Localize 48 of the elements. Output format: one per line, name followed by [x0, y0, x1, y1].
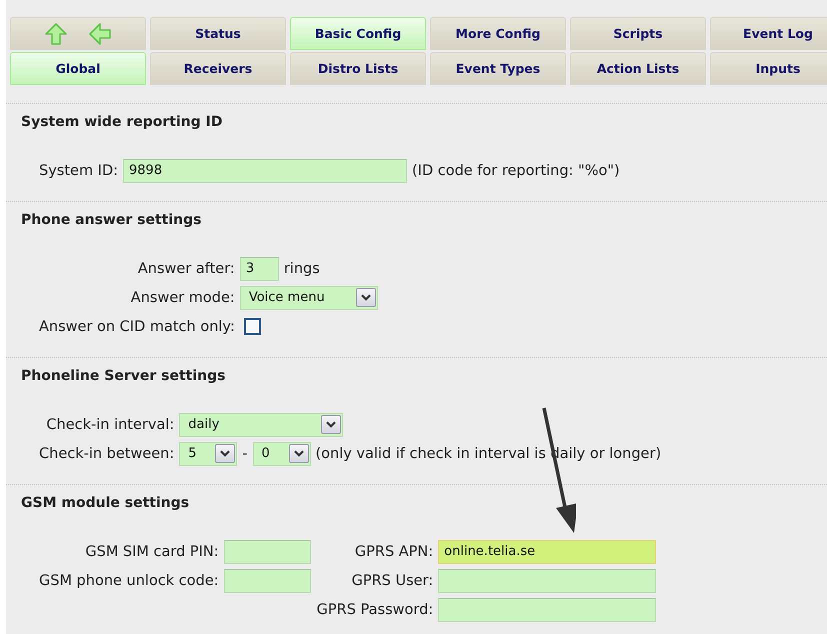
navigation-tab[interactable] [10, 17, 146, 50]
field-label: GPRS APN: [354, 544, 434, 560]
dropdown[interactable]: 5 [179, 442, 238, 466]
text-field[interactable] [224, 568, 311, 592]
chevron-down-icon [215, 444, 236, 463]
hint-text: rings [284, 260, 320, 276]
section-title: GSM module settings [21, 494, 190, 512]
hint-text: - [242, 446, 248, 462]
up-arrow-icon[interactable] [45, 22, 67, 44]
field-label: Check-in between: [39, 446, 176, 462]
tab[interactable]: Receivers [150, 52, 286, 85]
tab[interactable]: Scripts [570, 17, 706, 50]
text-field[interactable] [438, 568, 656, 592]
tab[interactable]: Status [150, 17, 286, 50]
field-label: GPRS User: [350, 572, 434, 588]
field-label: Answer on CID match only: [39, 318, 236, 334]
dropdown[interactable]: daily [179, 412, 344, 436]
section-title: Phone answer settings [21, 211, 202, 229]
dropdown[interactable]: 0 [252, 442, 310, 466]
tab[interactable]: Event Log [710, 17, 827, 50]
text-field[interactable]: 3 [240, 256, 279, 280]
section-title: System wide reporting ID [21, 113, 222, 131]
chevron-down-icon [321, 415, 342, 434]
text-field[interactable] [224, 540, 311, 564]
text-field[interactable]: online.telia.se [438, 540, 656, 564]
chevron-down-icon [356, 288, 376, 307]
chevron-down-icon [288, 444, 308, 463]
tab[interactable]: Event Types [430, 52, 566, 85]
dropdown[interactable]: Voice menu [240, 286, 378, 310]
text-field[interactable] [438, 598, 656, 622]
text-field[interactable]: 9898 [123, 158, 408, 182]
tab[interactable]: Inputs [710, 52, 827, 85]
left-arrow-icon[interactable] [89, 22, 111, 44]
hint-text: (ID code for reporting: "%o") [412, 162, 620, 178]
field-label: GSM phone unlock code: [39, 572, 220, 588]
field-label: GSM SIM card PIN: [84, 544, 220, 560]
checkbox[interactable] [244, 318, 261, 335]
tab[interactable]: Action Lists [570, 52, 706, 85]
field-label: GPRS Password: [316, 602, 434, 618]
field-label: Check-in interval: [45, 416, 176, 432]
section-title: Phoneline Server settings [21, 367, 226, 385]
tab[interactable]: Global [10, 52, 146, 85]
field-label: System ID: [39, 162, 120, 178]
tab[interactable]: More Config [430, 17, 566, 50]
field-label: Answer after: [136, 260, 236, 276]
tab[interactable]: Distro Lists [290, 52, 426, 85]
tab[interactable]: Basic Config [290, 17, 426, 50]
field-label: Answer mode: [130, 290, 236, 306]
